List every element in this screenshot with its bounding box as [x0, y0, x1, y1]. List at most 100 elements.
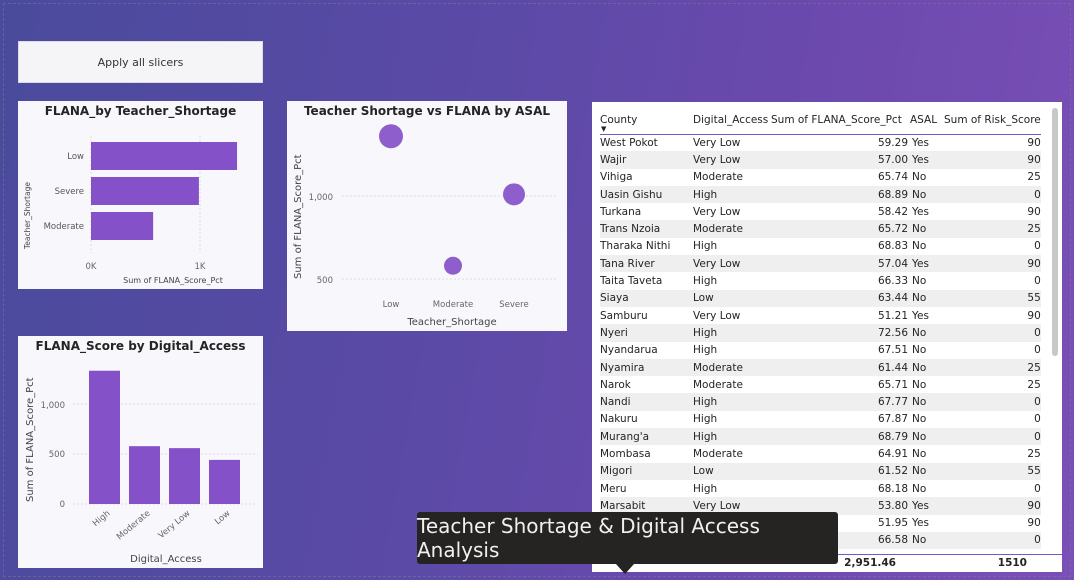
table-cell: Trans Nzoia	[600, 220, 693, 238]
table-cell: 0	[1034, 275, 1041, 288]
table-cell: Moderate	[693, 220, 771, 238]
table-cell: 61.44	[771, 358, 908, 377]
table-cell: High	[693, 428, 771, 446]
table-cell: 67.51	[877, 344, 908, 357]
column-chart-digital-access[interactable]: FLANA_Score by Digital_Access Sum of FLA…	[18, 336, 263, 568]
table-row[interactable]: Wajir Very Low 57.00 Yes 90	[600, 151, 1041, 169]
table-cell: Samburu	[600, 309, 648, 322]
table-cell: Very Low	[693, 309, 741, 322]
table-cell: 0	[944, 393, 1041, 411]
table-cell: High	[693, 413, 718, 426]
table-row[interactable]: Murang'a High 68.79 No 0	[600, 428, 1041, 446]
table-cell: 90	[1027, 136, 1041, 149]
table-row[interactable]: Turkana Very Low 58.42 Yes 90	[600, 203, 1041, 220]
column-header-digital-access[interactable]: Digital_Access	[693, 107, 771, 135]
column-header-risk-score[interactable]: Sum of Risk_Score	[944, 107, 1041, 135]
table-cell: 0	[944, 185, 1041, 204]
table-row[interactable]: Nakuru High 67.87 No 0	[600, 411, 1041, 428]
table-row[interactable]: Tharaka Nithi High 68.83 No 0	[600, 238, 1041, 255]
table-cell: Wajir	[600, 151, 693, 169]
table-row[interactable]: Nyeri High 72.56 No 0	[600, 324, 1041, 342]
column-bar[interactable]	[129, 446, 160, 504]
table-cell: 59.29	[877, 136, 908, 149]
table-cell: 68.18	[877, 482, 908, 495]
y-tick-label: 0	[60, 500, 65, 510]
table-row[interactable]: Taita Taveta High 66.33 No 0	[600, 272, 1041, 289]
table-cell: Narok	[600, 378, 631, 391]
apply-all-slicers-button[interactable]: Apply all slicers	[18, 41, 263, 83]
column-bar[interactable]	[89, 370, 120, 504]
table-row[interactable]: Nyandarua High 67.51 No 0	[600, 342, 1041, 359]
bar-chart-plot: Teacher_Shortage Sum of FLANA_Score_Pct …	[23, 136, 238, 285]
bar[interactable]	[91, 212, 154, 240]
table-cell: High	[693, 482, 718, 495]
table-row[interactable]: Trans Nzoia Moderate 65.72 No 25	[600, 220, 1041, 238]
table-cell: Tharaka Nithi	[600, 240, 671, 253]
table-cell: No	[908, 324, 944, 342]
sort-down-icon[interactable]: ▼	[601, 125, 606, 133]
county-table[interactable]: County ▼ Digital_Access Sum of FLANA_Sco…	[592, 102, 1062, 572]
table-cell: No	[908, 289, 944, 307]
table-cell: 0	[944, 428, 1041, 446]
column-chart-plot: Sum of FLANA_Score_Pct Digital_Access 1,…	[25, 370, 258, 565]
scrollbar-thumb[interactable]	[1052, 108, 1058, 356]
table-cell: 67.77	[771, 393, 908, 411]
x-tick-label: High	[91, 509, 112, 529]
table-cell: 0	[1034, 344, 1041, 357]
page-tooltip: Teacher Shortage & Digital Access Analys…	[417, 512, 838, 564]
column-header-asal[interactable]: ASAL	[908, 107, 944, 135]
y-axis-title: Sum of FLANA_Score_Pct	[25, 377, 36, 502]
table-row[interactable]: Meru High 68.18 No 0	[600, 480, 1041, 497]
table-row[interactable]: Siaya Low 63.44 No 55	[600, 289, 1041, 307]
y-tick-label: 1,000	[309, 193, 333, 203]
table-scrollbar[interactable]	[1052, 108, 1058, 554]
table-row[interactable]: Vihiga Moderate 65.74 No 25	[600, 169, 1041, 186]
category-label: Moderate	[44, 222, 84, 232]
scatter-point[interactable]	[503, 183, 525, 206]
table-row[interactable]: Migori Low 61.52 No 55	[600, 462, 1041, 480]
table-cell: Moderate	[693, 358, 771, 377]
bar-chart-teacher-shortage[interactable]: FLANA_by Teacher_Shortage Teacher_Shorta…	[18, 101, 263, 289]
table-row[interactable]: Tana River Very Low 57.04 Yes 90	[600, 255, 1041, 273]
category-label: Severe	[55, 187, 84, 197]
table-cell: Very Low	[693, 205, 741, 218]
table-row[interactable]: West Pokot Very Low 59.29 Yes 90	[600, 134, 1041, 151]
x-tick-label: 1K	[195, 262, 206, 272]
table-cell: Very Low	[693, 255, 771, 273]
column-bar[interactable]	[169, 448, 200, 504]
table-cell: 66.33	[877, 275, 908, 288]
scatter-chart-teacher-shortage-vs-flana[interactable]: Teacher Shortage vs FLANA by ASAL Sum of…	[287, 101, 567, 331]
column-header-flana-score[interactable]: Sum of FLANA_Score_Pct	[771, 107, 908, 135]
table-row[interactable]: Uasin Gishu High 68.89 No 0	[600, 185, 1041, 204]
table-cell: Low	[693, 289, 771, 307]
table-cell: High	[693, 240, 718, 253]
table-cell: No	[912, 344, 927, 357]
table-cell: No	[908, 185, 944, 204]
scatter-point[interactable]	[444, 256, 462, 275]
table-cell: 67.87	[877, 413, 908, 426]
table-cell: 51.21	[877, 309, 908, 322]
table-row[interactable]: Narok Moderate 65.71 No 25	[600, 376, 1041, 393]
table-cell: No	[908, 531, 944, 550]
y-tick-label: 500	[317, 276, 333, 286]
table-cell: 55	[944, 462, 1041, 480]
table-cell: 65.72	[771, 220, 908, 238]
table-cell: 58.42	[877, 205, 908, 218]
scatter-point[interactable]	[379, 124, 403, 149]
table-row[interactable]: Samburu Very Low 51.21 Yes 90	[600, 307, 1041, 324]
table-cell: 25	[1027, 447, 1041, 460]
bar[interactable]	[91, 177, 199, 205]
column-header-county[interactable]: County ▼	[600, 107, 693, 135]
table-cell: 57.04	[771, 255, 908, 273]
column-bar[interactable]	[209, 459, 240, 504]
table-row[interactable]: Nyamira Moderate 61.44 No 25	[600, 358, 1041, 377]
x-tick-label: 0K	[86, 262, 97, 272]
table-row[interactable]: Nandi High 67.77 No 0	[600, 393, 1041, 411]
header-label: Sum of FLANA_Score_Pct	[771, 114, 902, 127]
table-row[interactable]: Mombasa Moderate 64.91 No 25	[600, 445, 1041, 462]
bar[interactable]	[91, 142, 238, 170]
x-axis-title: Sum of FLANA_Score_Pct	[123, 276, 223, 285]
table-cell: 68.89	[771, 185, 908, 204]
table-cell: Nyamira	[600, 358, 693, 377]
table-cell: No	[912, 171, 927, 184]
